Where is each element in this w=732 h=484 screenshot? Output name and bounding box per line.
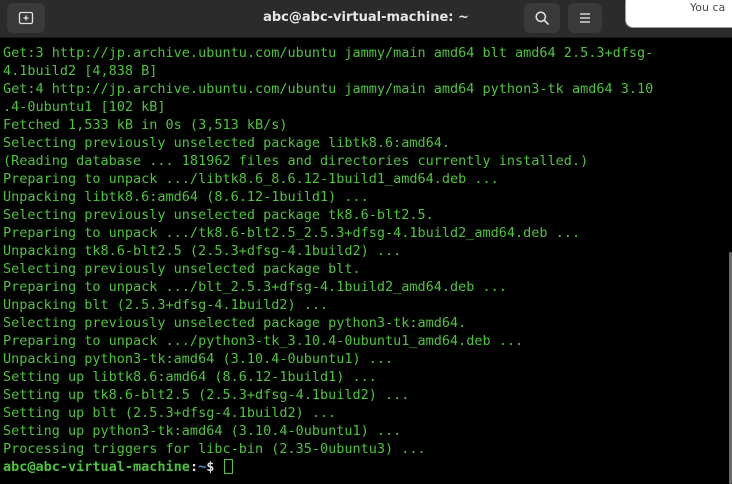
- terminal-line: Setting up blt (2.5.3+dfsg-4.1build2) ..…: [3, 405, 337, 421]
- terminal-line: Selecting previously unselected package …: [3, 135, 451, 151]
- hamburger-menu-icon: [580, 13, 590, 23]
- terminal-line: Selecting previously unselected package …: [3, 261, 361, 277]
- prompt-path: ~: [198, 459, 207, 475]
- terminal-line: Unpacking python3-tk:amd64 (3.10.4-0ubun…: [3, 351, 394, 367]
- prompt-separator: :: [189, 459, 199, 475]
- terminal-output[interactable]: Get:3 http://jp.archive.ubuntu.com/ubunt…: [0, 44, 728, 484]
- terminal-line: Preparing to unpack .../tk8.6-blt2.5_2.5…: [3, 225, 581, 241]
- terminal-line: Processing triggers for libc-bin (2.35-0…: [3, 441, 426, 457]
- terminal-line: Selecting previously unselected package …: [3, 315, 467, 331]
- background-window[interactable]: You ca: [625, 0, 732, 28]
- terminal-line: Unpacking blt (2.5.3+dfsg-4.1build2) ...: [3, 297, 329, 313]
- title-bar[interactable]: abc@abc-virtual-machine: ~ You ca: [0, 0, 732, 38]
- terminal-line: .4-0ubuntu1 [102 kB]: [3, 99, 166, 115]
- terminal-line: Setting up python3-tk:amd64 (3.10.4-0ubu…: [3, 423, 402, 439]
- terminal-line: Fetched 1,533 kB in 0s (3,513 kB/s): [3, 117, 288, 133]
- search-icon: [535, 11, 549, 25]
- prompt-user-host: abc@abc-virtual-machine: [3, 459, 190, 475]
- terminal-line: Unpacking tk8.6-blt2.5 (2.5.3+dfsg-4.1bu…: [3, 243, 402, 259]
- search-button[interactable]: [524, 3, 560, 33]
- window-title: abc@abc-virtual-machine: ~: [263, 10, 469, 25]
- terminal-line: Preparing to unpack .../python3-tk_3.10.…: [3, 333, 524, 349]
- terminal-line: Unpacking libtk8.6:amd64 (8.6.12-1build1…: [3, 189, 369, 205]
- terminal-window: abc@abc-virtual-machine: ~ You ca Get:3 …: [0, 0, 732, 484]
- terminal-line: Preparing to unpack .../blt_2.5.3+dfsg-4…: [3, 279, 507, 295]
- terminal-prompt-line[interactable]: abc@abc-virtual-machine:~$: [0, 458, 728, 476]
- terminal-line: Preparing to unpack .../libtk8.6_8.6.12-…: [3, 171, 499, 187]
- terminal-line: (Reading database ... 181962 files and d…: [3, 153, 589, 169]
- terminal-lines: Get:3 http://jp.archive.ubuntu.com/ubunt…: [0, 44, 728, 458]
- terminal-line: Get:4 http://jp.archive.ubuntu.com/ubunt…: [3, 81, 654, 97]
- terminal-line: Selecting previously unselected package …: [3, 207, 434, 223]
- text-cursor: [224, 459, 234, 474]
- prompt-symbol: $: [206, 459, 223, 475]
- terminal-line: Setting up tk8.6-blt2.5 (2.5.3+dfsg-4.1b…: [3, 387, 410, 403]
- terminal-line: Setting up libtk8.6:amd64 (8.6.12-1build…: [3, 369, 377, 385]
- menu-button[interactable]: [568, 3, 602, 33]
- terminal-line: 4.1build2 [4,838 B]: [3, 63, 158, 79]
- terminal-line: Get:3 http://jp.archive.ubuntu.com/ubunt…: [3, 45, 654, 61]
- background-window-text: You ca: [690, 1, 726, 14]
